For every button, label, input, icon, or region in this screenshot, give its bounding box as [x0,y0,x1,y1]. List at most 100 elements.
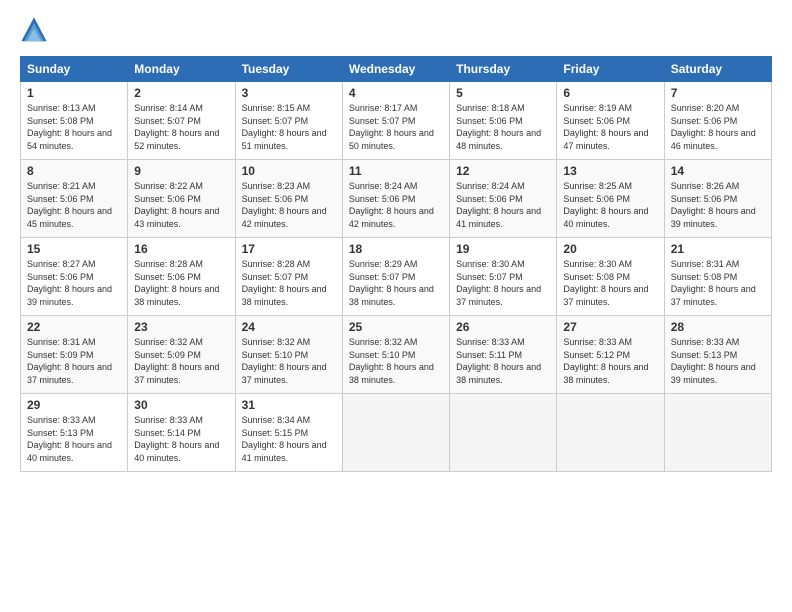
day-info: Sunrise: 8:32 AMSunset: 5:09 PMDaylight:… [134,336,228,386]
calendar-week-row: 15 Sunrise: 8:27 AMSunset: 5:06 PMDayligh… [21,238,772,316]
day-info: Sunrise: 8:33 AMSunset: 5:14 PMDaylight:… [134,414,228,464]
calendar-day: 13 Sunrise: 8:25 AMSunset: 5:06 PMDayligh… [557,160,664,238]
day-info: Sunrise: 8:28 AMSunset: 5:07 PMDaylight:… [242,258,336,308]
day-number: 5 [456,86,550,100]
day-info: Sunrise: 8:24 AMSunset: 5:06 PMDaylight:… [349,180,443,230]
header-cell-thursday: Thursday [450,57,557,82]
day-info: Sunrise: 8:22 AMSunset: 5:06 PMDaylight:… [134,180,228,230]
calendar-table: SundayMondayTuesdayWednesdayThursdayFrid… [20,56,772,472]
logo-icon [20,16,48,44]
calendar-day: 27 Sunrise: 8:33 AMSunset: 5:12 PMDayligh… [557,316,664,394]
day-info: Sunrise: 8:33 AMSunset: 5:12 PMDaylight:… [563,336,657,386]
day-info: Sunrise: 8:15 AMSunset: 5:07 PMDaylight:… [242,102,336,152]
calendar-day-empty [450,394,557,472]
day-number: 23 [134,320,228,334]
day-info: Sunrise: 8:26 AMSunset: 5:06 PMDaylight:… [671,180,765,230]
calendar-day-empty [342,394,449,472]
calendar-day: 26Sunrise: 8:33 AMSunset: 5:11 PMDayligh… [450,316,557,394]
day-info: Sunrise: 8:31 AMSunset: 5:08 PMDaylight:… [671,258,765,308]
day-info: Sunrise: 8:33 AMSunset: 5:11 PMDaylight:… [456,336,550,386]
day-number: 27 [563,320,657,334]
calendar-day: 23 Sunrise: 8:32 AMSunset: 5:09 PMDayligh… [128,316,235,394]
calendar-day: 16Sunrise: 8:28 AMSunset: 5:06 PMDayligh… [128,238,235,316]
calendar-day: 5Sunrise: 8:18 AMSunset: 5:06 PMDaylight… [450,82,557,160]
day-info: Sunrise: 8:25 AMSunset: 5:06 PMDaylight:… [563,180,657,230]
calendar-day: 22Sunrise: 8:31 AMSunset: 5:09 PMDayligh… [21,316,128,394]
day-number: 30 [134,398,228,412]
day-info: Sunrise: 8:20 AMSunset: 5:06 PMDaylight:… [671,102,765,152]
calendar-day: 17 Sunrise: 8:28 AMSunset: 5:07 PMDayligh… [235,238,342,316]
day-info: Sunrise: 8:32 AMSunset: 5:10 PMDaylight:… [242,336,336,386]
calendar-day: 20 Sunrise: 8:30 AMSunset: 5:08 PMDayligh… [557,238,664,316]
day-number: 19 [456,242,550,256]
calendar-day: 8 Sunrise: 8:21 AMSunset: 5:06 PMDaylight… [21,160,128,238]
calendar-week-row: 8 Sunrise: 8:21 AMSunset: 5:06 PMDaylight… [21,160,772,238]
day-number: 18 [349,242,443,256]
day-number: 20 [563,242,657,256]
day-info: Sunrise: 8:19 AMSunset: 5:06 PMDaylight:… [563,102,657,152]
calendar-body: 1Sunrise: 8:13 AMSunset: 5:08 PMDaylight… [21,82,772,472]
calendar-day: 31 Sunrise: 8:34 AMSunset: 5:15 PMDayligh… [235,394,342,472]
day-number: 7 [671,86,765,100]
day-number: 24 [242,320,336,334]
header-cell-friday: Friday [557,57,664,82]
day-number: 3 [242,86,336,100]
header [20,16,772,44]
calendar-day-empty [557,394,664,472]
day-info: Sunrise: 8:23 AMSunset: 5:06 PMDaylight:… [242,180,336,230]
day-number: 14 [671,164,765,178]
day-number: 22 [27,320,121,334]
day-info: Sunrise: 8:17 AMSunset: 5:07 PMDaylight:… [349,102,443,152]
calendar-day: 25 Sunrise: 8:32 AMSunset: 5:10 PMDayligh… [342,316,449,394]
calendar-day: 14 Sunrise: 8:26 AMSunset: 5:06 PMDayligh… [664,160,771,238]
day-number: 13 [563,164,657,178]
day-number: 17 [242,242,336,256]
calendar-week-row: 29Sunrise: 8:33 AMSunset: 5:13 PMDayligh… [21,394,772,472]
day-info: Sunrise: 8:24 AMSunset: 5:06 PMDaylight:… [456,180,550,230]
calendar-day: 28 Sunrise: 8:33 AMSunset: 5:13 PMDayligh… [664,316,771,394]
day-number: 21 [671,242,765,256]
day-number: 28 [671,320,765,334]
calendar-day: 29Sunrise: 8:33 AMSunset: 5:13 PMDayligh… [21,394,128,472]
calendar-day: 6Sunrise: 8:19 AMSunset: 5:06 PMDaylight… [557,82,664,160]
day-number: 11 [349,164,443,178]
page: SundayMondayTuesdayWednesdayThursdayFrid… [0,0,792,488]
day-info: Sunrise: 8:14 AMSunset: 5:07 PMDaylight:… [134,102,228,152]
header-cell-sunday: Sunday [21,57,128,82]
day-number: 25 [349,320,443,334]
calendar-day: 24 Sunrise: 8:32 AMSunset: 5:10 PMDayligh… [235,316,342,394]
day-info: Sunrise: 8:33 AMSunset: 5:13 PMDaylight:… [671,336,765,386]
day-info: Sunrise: 8:21 AMSunset: 5:06 PMDaylight:… [27,180,121,230]
calendar-day: 18 Sunrise: 8:29 AMSunset: 5:07 PMDayligh… [342,238,449,316]
day-info: Sunrise: 8:34 AMSunset: 5:15 PMDaylight:… [242,414,336,464]
day-number: 31 [242,398,336,412]
header-cell-monday: Monday [128,57,235,82]
day-number: 12 [456,164,550,178]
calendar-day: 11 Sunrise: 8:24 AMSunset: 5:06 PMDayligh… [342,160,449,238]
header-cell-tuesday: Tuesday [235,57,342,82]
day-info: Sunrise: 8:29 AMSunset: 5:07 PMDaylight:… [349,258,443,308]
day-info: Sunrise: 8:30 AMSunset: 5:08 PMDaylight:… [563,258,657,308]
calendar-day-empty [664,394,771,472]
calendar-day: 3 Sunrise: 8:15 AMSunset: 5:07 PMDaylight… [235,82,342,160]
day-number: 2 [134,86,228,100]
day-number: 15 [27,242,121,256]
calendar-week-row: 22Sunrise: 8:31 AMSunset: 5:09 PMDayligh… [21,316,772,394]
calendar-day: 9Sunrise: 8:22 AMSunset: 5:06 PMDaylight… [128,160,235,238]
day-info: Sunrise: 8:32 AMSunset: 5:10 PMDaylight:… [349,336,443,386]
calendar-day: 1Sunrise: 8:13 AMSunset: 5:08 PMDaylight… [21,82,128,160]
calendar-week-row: 1Sunrise: 8:13 AMSunset: 5:08 PMDaylight… [21,82,772,160]
header-cell-wednesday: Wednesday [342,57,449,82]
day-number: 4 [349,86,443,100]
calendar-day: 10 Sunrise: 8:23 AMSunset: 5:06 PMDayligh… [235,160,342,238]
day-info: Sunrise: 8:30 AMSunset: 5:07 PMDaylight:… [456,258,550,308]
day-number: 16 [134,242,228,256]
calendar-day: 15 Sunrise: 8:27 AMSunset: 5:06 PMDayligh… [21,238,128,316]
calendar-header-row: SundayMondayTuesdayWednesdayThursdayFrid… [21,57,772,82]
calendar-day: 12 Sunrise: 8:24 AMSunset: 5:06 PMDayligh… [450,160,557,238]
day-info: Sunrise: 8:27 AMSunset: 5:06 PMDaylight:… [27,258,121,308]
day-number: 10 [242,164,336,178]
calendar-day: 7 Sunrise: 8:20 AMSunset: 5:06 PMDaylight… [664,82,771,160]
day-number: 8 [27,164,121,178]
header-cell-saturday: Saturday [664,57,771,82]
